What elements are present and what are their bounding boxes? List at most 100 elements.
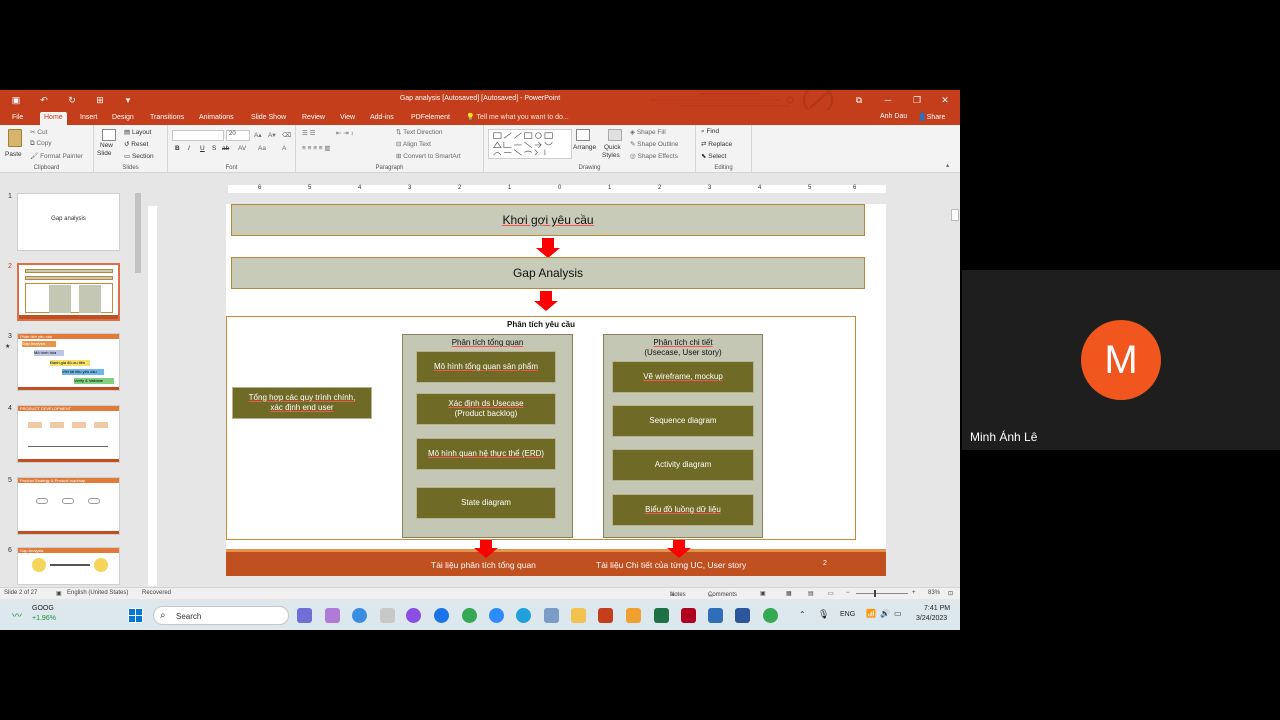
windows-start-icon[interactable]	[128, 608, 143, 623]
tab-review[interactable]: Review	[298, 112, 329, 125]
new-slide-label-2[interactable]: Slide	[97, 150, 111, 157]
cut-button[interactable]: ✂ Cut	[30, 128, 47, 136]
tab-home[interactable]: Home	[40, 112, 67, 125]
smartart-button[interactable]: ⊞ Convert to SmartArt	[396, 152, 461, 160]
excel-icon[interactable]	[654, 608, 669, 623]
change-case-button[interactable]: Aa	[258, 145, 266, 152]
language-status[interactable]: English (United States)	[67, 590, 128, 596]
align-text-button[interactable]: ⊟ Align Text	[396, 140, 431, 148]
slide-thumbnail-4[interactable]: PRODUCT DEVELOPMENT	[17, 405, 120, 463]
layout-button[interactable]: ▤ Layout	[124, 128, 151, 136]
calculator-icon[interactable]	[544, 608, 559, 623]
chevron-up-icon[interactable]: ⌃	[799, 610, 806, 619]
bold-button[interactable]: B	[175, 145, 180, 152]
section-button[interactable]: ▭ Section	[124, 152, 154, 160]
pen-app-icon[interactable]	[325, 608, 340, 623]
ribbon-display-icon[interactable]: ⧉	[850, 93, 868, 107]
font-color-button[interactable]: A	[282, 145, 286, 152]
thumbnail-scrollbar[interactable]	[134, 185, 142, 587]
wifi-icon[interactable]: 📶	[866, 609, 876, 618]
paste-button[interactable]: Paste	[5, 151, 22, 158]
stock-change[interactable]: +1.96%	[32, 615, 56, 622]
word-icon[interactable]	[735, 608, 750, 623]
tab-add-ins[interactable]: Add-ins	[366, 112, 398, 125]
tell-me-search[interactable]: 💡 Tell me what you want to do...	[466, 113, 569, 121]
paste-icon[interactable]	[8, 129, 22, 147]
tab-insert[interactable]: Insert	[76, 112, 102, 125]
tab-pdfelement[interactable]: PDFelement	[407, 112, 454, 125]
shape-fill-button[interactable]: ◈ Shape Fill	[630, 128, 666, 136]
shapes-gallery-icon[interactable]	[488, 129, 572, 159]
slide-sorter-icon[interactable]: ▦	[786, 590, 792, 597]
battery-icon[interactable]: ▭	[894, 609, 902, 618]
data-flow-diagram-box[interactable]: Biểu đồ luồng dữ liệu	[612, 494, 754, 526]
powerpoint-icon[interactable]	[598, 608, 613, 623]
erd-box[interactable]: Mô hình quan hệ thực thể (ERD)	[416, 438, 556, 470]
arrange-button[interactable]: Arrange	[573, 144, 596, 151]
chrome-profile-icon[interactable]	[462, 608, 477, 623]
tab-view[interactable]: View	[336, 112, 359, 125]
sequence-diagram-box[interactable]: Sequence diagram	[612, 405, 754, 437]
browser-app-icon[interactable]	[352, 608, 367, 623]
reading-view-icon[interactable]: ▤	[808, 590, 814, 597]
slide-thumbnail-6[interactable]: Gap Analysis	[17, 547, 120, 585]
slide-thumbnail-1[interactable]: Gap analysis	[17, 193, 120, 251]
zoom-app-icon[interactable]	[489, 608, 504, 623]
zoom-out-icon[interactable]: −	[846, 590, 850, 596]
stock-name[interactable]: GOOG	[32, 605, 54, 612]
zoom-slider-thumb[interactable]	[874, 590, 876, 597]
quick-styles-label-1[interactable]: Quick	[604, 144, 621, 151]
state-diagram-box[interactable]: State diagram	[416, 487, 556, 519]
text-direction-button[interactable]: ⇅ Text Direction	[396, 128, 443, 136]
zoom-level[interactable]: 83%	[928, 590, 940, 596]
process-summary-box[interactable]: Tổng hợp các quy trình chính, xác định e…	[232, 387, 372, 419]
overview-analysis-column[interactable]: Phân tích tổng quan Mô hình tổng quan sả…	[402, 334, 573, 538]
collapse-ribbon-icon[interactable]: ▴	[946, 161, 949, 169]
top-bar[interactable]: Khơi gợi yêu cầu	[231, 204, 865, 236]
slide-scrollbar[interactable]	[950, 185, 960, 587]
shape-outline-button[interactable]: ✎ Shape Outline	[630, 140, 678, 148]
detailed-analysis-column[interactable]: Phân tích chi tiết (Usecase, User story)…	[603, 334, 763, 538]
clear-format-icon[interactable]: ⌫	[282, 131, 291, 139]
requirements-frame[interactable]: Phân tích yêu cầu Tổng hợp các quy trình…	[226, 316, 856, 540]
close-button[interactable]: ✕	[936, 93, 954, 107]
quick-styles-icon[interactable]	[608, 129, 622, 141]
slide-thumbnail-5[interactable]: Product Strategy & Product roadmap	[17, 477, 120, 535]
select-button[interactable]: ⬉ Select	[701, 152, 726, 160]
shadow-button[interactable]: S	[212, 145, 216, 152]
snipping-tool-icon[interactable]	[380, 608, 395, 623]
gap-analysis-bar[interactable]: Gap Analysis	[231, 257, 865, 289]
format-painter-button[interactable]: 🖌 Format Painter	[30, 152, 83, 160]
replace-button[interactable]: ⇄ Replace	[701, 140, 732, 148]
messenger-icon[interactable]	[406, 608, 421, 623]
zoom-in-icon[interactable]: +	[912, 590, 916, 596]
tab-file[interactable]: File	[8, 112, 27, 125]
microphone-icon[interactable]: 🎙	[818, 609, 829, 620]
new-slide-label-1[interactable]: New	[100, 142, 113, 149]
product-overview-model-box[interactable]: Mô hình tổng quan sản phẩm	[416, 351, 556, 383]
maximize-button[interactable]: ❐	[908, 93, 926, 107]
slideshow-icon[interactable]: ▭	[828, 590, 834, 597]
bullets-icon[interactable]: ☰ ☰	[302, 129, 315, 137]
quick-styles-label-2[interactable]: Styles	[602, 152, 620, 159]
character-spacing-button[interactable]: AV	[238, 145, 246, 152]
normal-view-icon[interactable]: ▣	[760, 590, 766, 597]
user-name[interactable]: Anh Dau	[880, 113, 907, 120]
chrome-icon[interactable]	[763, 608, 778, 623]
minimize-button[interactable]: ─	[879, 93, 897, 107]
font-name-box[interactable]	[172, 130, 224, 141]
clock-time[interactable]: 7:41 PM	[924, 605, 950, 612]
tab-slide-show[interactable]: Slide Show	[247, 112, 290, 125]
grow-font-icon[interactable]: A▴	[254, 131, 262, 139]
store-app-icon[interactable]	[626, 608, 641, 623]
reset-button[interactable]: ↺ Reset	[124, 140, 148, 148]
slide-thumbnail-2[interactable]	[17, 263, 120, 321]
wireframe-box[interactable]: Vẽ wireframe, mockup	[612, 361, 754, 393]
usecase-list-box[interactable]: Xác định ds Usecase (Product backlog)	[416, 393, 556, 425]
app-icon[interactable]	[681, 608, 696, 623]
zoom-slider[interactable]	[856, 593, 908, 594]
activity-diagram-box[interactable]: Activity diagram	[612, 449, 754, 481]
underline-button[interactable]: U	[200, 145, 205, 152]
shape-effects-button[interactable]: ◎ Shape Effects	[630, 152, 678, 160]
strikethrough-button[interactable]: ab	[222, 145, 229, 152]
